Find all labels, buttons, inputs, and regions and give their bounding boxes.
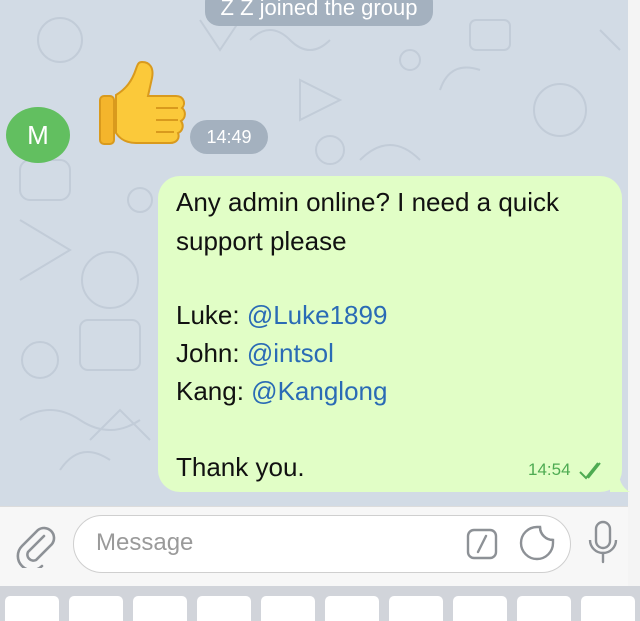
paperclip-icon[interactable] bbox=[14, 524, 60, 568]
message-closing: Thank you. bbox=[176, 452, 305, 482]
keyboard-key[interactable] bbox=[517, 596, 571, 621]
sender-avatar[interactable]: M bbox=[6, 107, 70, 163]
contact-name: Luke: bbox=[176, 300, 247, 330]
message-line-2: support please bbox=[176, 226, 347, 256]
double-check-icon bbox=[579, 462, 601, 480]
contact-line-luke: Luke: @Luke1899 bbox=[176, 298, 387, 332]
keyboard-key[interactable] bbox=[389, 596, 443, 621]
keyboard-key[interactable] bbox=[69, 596, 123, 621]
keyboard-key[interactable] bbox=[197, 596, 251, 621]
contact-name: Kang: bbox=[176, 376, 252, 406]
contact-name: John: bbox=[176, 338, 247, 368]
keyboard-key[interactable] bbox=[133, 596, 187, 621]
contact-line-kang: Kang: @Kanglong bbox=[176, 374, 387, 408]
thumbs-up-emoji-icon[interactable] bbox=[98, 56, 192, 150]
bubble-tail bbox=[610, 466, 630, 492]
keyboard-key[interactable] bbox=[581, 596, 635, 621]
slash-command-icon[interactable] bbox=[465, 527, 499, 561]
microphone-icon[interactable] bbox=[587, 520, 619, 566]
keyboard-key[interactable] bbox=[5, 596, 59, 621]
contact-line-john: John: @intsol bbox=[176, 336, 334, 370]
service-message-joined: Z Z joined the group bbox=[205, 0, 433, 26]
emoji-message-time: 14:49 bbox=[190, 120, 268, 154]
message-time: 14:54 bbox=[528, 460, 571, 479]
keyboard-key[interactable] bbox=[325, 596, 379, 621]
screen-edge-strip bbox=[628, 0, 640, 621]
message-line-1: Any admin online? I need a quick bbox=[176, 187, 560, 217]
mention-link-kang[interactable]: @Kanglong bbox=[251, 376, 387, 406]
mention-link-john[interactable]: @intsol bbox=[247, 338, 334, 368]
keyboard-key[interactable] bbox=[453, 596, 507, 621]
message-input-placeholder: Message bbox=[96, 529, 194, 556]
mention-link-luke[interactable]: @Luke1899 bbox=[247, 300, 388, 330]
sticker-icon[interactable] bbox=[518, 524, 556, 562]
keyboard-key[interactable] bbox=[261, 596, 315, 621]
